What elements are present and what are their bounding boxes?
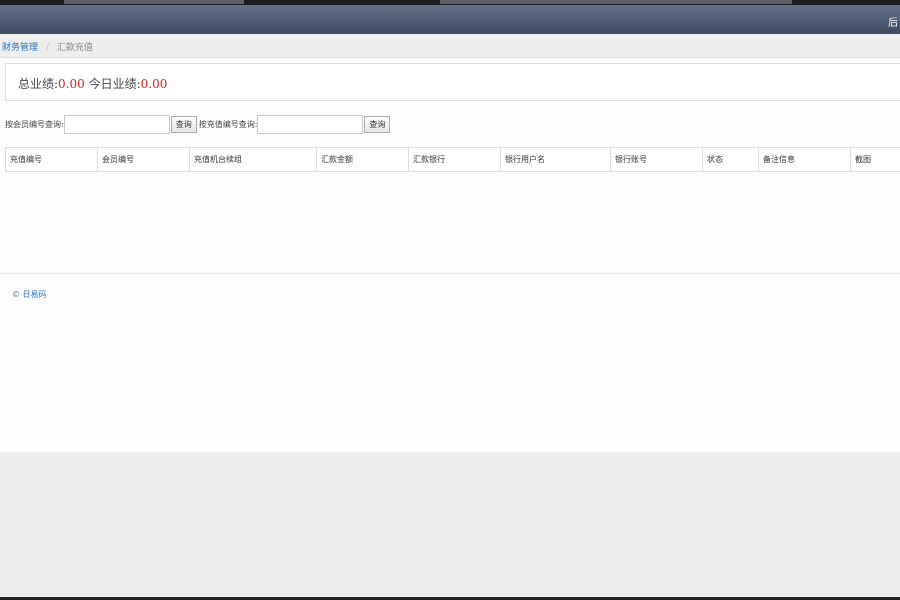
col-header-bank-username: 银行用户名 (500, 147, 611, 172)
col-header-bank: 汇款银行 (408, 147, 501, 172)
breadcrumb-separator: / (45, 43, 49, 53)
col-header-screenshot: 截图 (850, 147, 900, 172)
main-content: 总业绩:0.00 今日业绩:0.00 按会员编号查询: 查询 按充值编号查询: … (0, 58, 900, 452)
breadcrumb-parent-link[interactable]: 财务管理 (2, 43, 38, 53)
col-header-recharge-machine: 充值机台续组 (189, 147, 317, 172)
col-header-bank-account: 银行账号 (610, 147, 703, 172)
footer-link[interactable]: 日易码 (23, 290, 47, 299)
col-header-remark: 备注信息 (758, 147, 851, 172)
recharge-id-search-input[interactable] (257, 114, 364, 134)
today-performance-value: 0.00 (140, 77, 168, 91)
top-strip-tab (440, 0, 792, 4)
content-divider (0, 273, 900, 274)
member-id-search-input[interactable] (63, 114, 170, 134)
recharge-search-button[interactable]: 查询 (364, 115, 391, 133)
top-strip-tab (64, 0, 244, 4)
app-header: 后 (0, 5, 900, 34)
today-performance-label: 今日业绩: (88, 77, 141, 91)
search-bar: 按会员编号查询: 查询 按充值编号查询: 查询 (5, 114, 392, 134)
performance-summary: 总业绩:0.00 今日业绩:0.00 (5, 63, 900, 101)
copyright-symbol: © (12, 290, 23, 299)
col-header-amount: 汇款金额 (316, 147, 409, 172)
breadcrumb: 财务管理 / 汇款充值 (0, 34, 900, 58)
col-header-status: 状态 (702, 147, 759, 172)
recharge-table: 充值编号 会员编号 充值机台续组 汇款金额 汇款银行 银行用户名 银行账号 状态… (5, 147, 900, 172)
member-search-label: 按会员编号查询: (5, 119, 64, 129)
header-title: 后 (888, 18, 898, 29)
recharge-search-label: 按充值编号查询: (198, 119, 258, 129)
col-header-member-id: 会员编号 (97, 147, 190, 172)
total-performance-label: 总业绩: (18, 77, 59, 91)
member-search-button[interactable]: 查询 (170, 115, 197, 133)
col-header-recharge-id: 充值编号 (5, 147, 98, 172)
table-header-row: 充值编号 会员编号 充值机台续组 汇款金额 汇款银行 银行用户名 银行账号 状态… (5, 147, 900, 172)
total-performance-value: 0.00 (58, 77, 85, 91)
footer: © 日易码 (12, 289, 47, 300)
breadcrumb-current: 汇款充值 (56, 43, 93, 53)
